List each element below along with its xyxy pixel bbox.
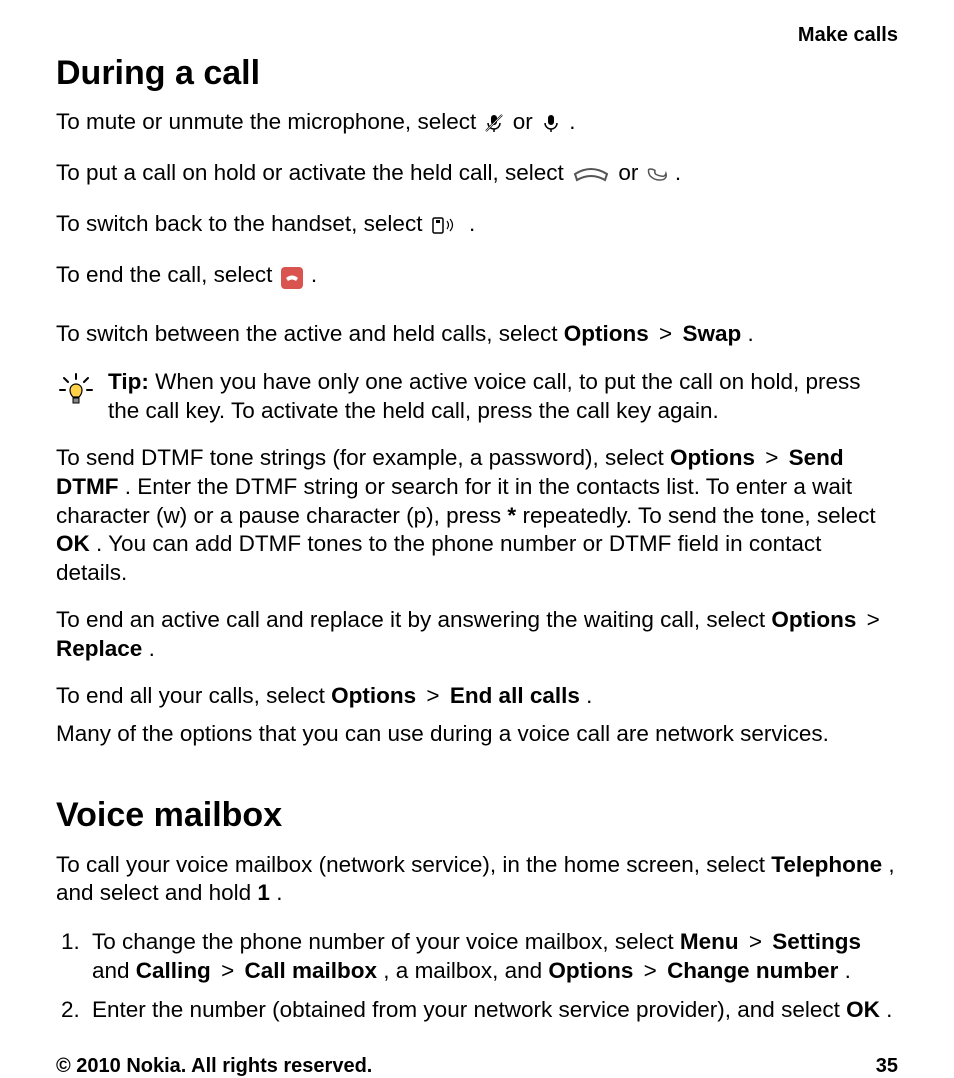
lightbulb-icon: [56, 372, 96, 417]
voicemail-steps: To change the phone number of your voice…: [56, 928, 898, 1034]
tip-callout: Tip: When you have only one active voice…: [56, 368, 898, 426]
ok-label: OK: [56, 531, 90, 556]
call-mailbox-label: Call mailbox: [244, 958, 377, 983]
options-label: Options: [564, 321, 649, 346]
separator: >: [761, 445, 782, 470]
options-label: Options: [771, 607, 856, 632]
para-mute: To mute or unmute the microphone, select…: [56, 108, 898, 141]
text: Enter the number (obtained from your net…: [92, 997, 846, 1022]
text: or: [513, 109, 539, 134]
text: and: [92, 958, 136, 983]
replace-label: Replace: [56, 636, 142, 661]
para-end-all: To end all your calls, select Options > …: [56, 682, 898, 711]
manual-page: Make calls During a call To mute or unmu…: [0, 0, 954, 1036]
text: To mute or unmute the microphone, select: [56, 109, 482, 134]
options-label: Options: [548, 958, 633, 983]
star-key: *: [507, 503, 516, 528]
para-voicemail-intro: To call your voice mailbox (network serv…: [56, 851, 898, 909]
heading-voice-mailbox: Voice mailbox: [56, 797, 898, 834]
text: To end all your calls, select: [56, 683, 331, 708]
copyright-text: © 2010 Nokia. All rights reserved.: [56, 1055, 372, 1078]
text: or: [618, 160, 644, 185]
mic-mute-icon: [484, 112, 504, 141]
text: To switch back to the handset, select: [56, 211, 429, 236]
para-replace: To end an active call and replace it by …: [56, 606, 898, 664]
text: .: [675, 160, 681, 185]
settings-label: Settings: [772, 929, 861, 954]
text: repeatedly. To send the tone, select: [522, 503, 875, 528]
para-handset: To switch back to the handset, select .: [56, 210, 898, 243]
menu-label: Menu: [680, 929, 739, 954]
handset-speaker-icon: [431, 214, 461, 243]
swap-label: Swap: [682, 321, 741, 346]
para-hold: To put a call on hold or activate the he…: [56, 159, 898, 192]
text: .: [276, 880, 282, 905]
separator: >: [655, 321, 676, 346]
separator: >: [863, 607, 884, 632]
heading-during-a-call: During a call: [56, 55, 898, 92]
mic-icon: [541, 112, 561, 141]
phone-cradle-icon: [572, 163, 610, 192]
text: .: [311, 262, 317, 287]
text: .: [748, 321, 754, 346]
text: To change the phone number of your voice…: [92, 929, 680, 954]
separator: >: [640, 958, 661, 983]
list-item: To change the phone number of your voice…: [86, 928, 898, 986]
calling-label: Calling: [136, 958, 211, 983]
text: To send DTMF tone strings (for example, …: [56, 445, 670, 470]
separator: >: [745, 929, 766, 954]
text: .: [149, 636, 155, 661]
text: To switch between the active and held ca…: [56, 321, 564, 346]
list-item: Enter the number (obtained from your net…: [86, 996, 898, 1025]
text: .: [586, 683, 592, 708]
text: To call your voice mailbox (network serv…: [56, 852, 771, 877]
change-number-label: Change number: [667, 958, 838, 983]
page-number: 35: [876, 1055, 898, 1078]
end-all-calls-label: End all calls: [450, 683, 580, 708]
text: .: [469, 211, 475, 236]
options-label: Options: [670, 445, 755, 470]
text: , a mailbox, and: [383, 958, 548, 983]
tip-label: Tip:: [108, 369, 149, 394]
para-swap: To switch between the active and held ca…: [56, 320, 898, 349]
text: To end the call, select: [56, 262, 279, 287]
text: To put a call on hold or activate the he…: [56, 160, 570, 185]
options-label: Options: [331, 683, 416, 708]
text: To end an active call and replace it by …: [56, 607, 771, 632]
text: . You can add DTMF tones to the phone nu…: [56, 531, 821, 585]
para-end-call: To end the call, select .: [56, 261, 898, 290]
para-dtmf: To send DTMF tone strings (for example, …: [56, 444, 898, 588]
handset-lifted-icon: [647, 163, 667, 192]
text: When you have only one active voice call…: [108, 369, 861, 423]
text: .: [569, 109, 575, 134]
separator: >: [422, 683, 443, 708]
telephone-label: Telephone: [771, 852, 882, 877]
text: .: [845, 958, 851, 983]
para-network-note: Many of the options that you can use dur…: [56, 720, 898, 749]
end-call-icon: [281, 267, 303, 289]
ok-label: OK: [846, 997, 880, 1022]
key-1: 1: [257, 880, 270, 905]
text: .: [886, 997, 892, 1022]
page-footer: © 2010 Nokia. All rights reserved. 35: [56, 1035, 898, 1078]
tip-text: Tip: When you have only one active voice…: [108, 368, 898, 426]
breadcrumb: Make calls: [56, 24, 898, 47]
separator: >: [217, 958, 238, 983]
